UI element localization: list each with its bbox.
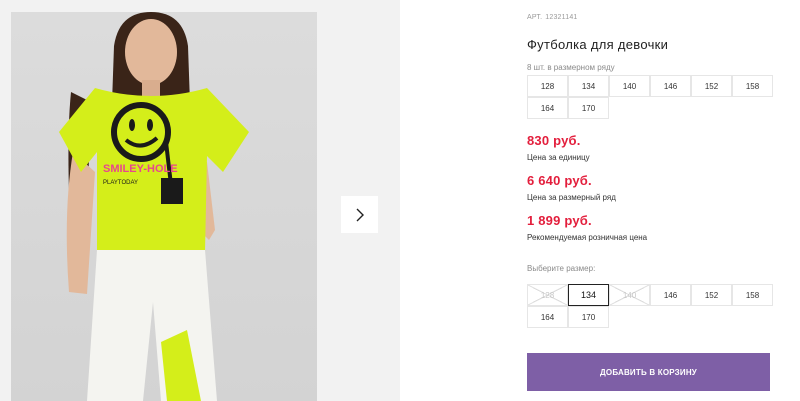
- pack-size-grid: 128 134 140 146 152 158 164 170: [527, 75, 773, 123]
- choose-size-label: Выберите размер:: [527, 264, 596, 273]
- unit-price: 830 руб.: [527, 133, 581, 148]
- pack-size-cell: 134: [568, 75, 609, 97]
- pack-size-cell: 164: [527, 97, 568, 119]
- product-photo-illustration: SMILEY-HOLE PLAYTODAY: [59, 12, 249, 401]
- pack-size-cell: 140: [609, 75, 650, 97]
- print-text: SMILEY-HOLE: [103, 163, 178, 175]
- article-number: АРТ. 12321141: [527, 14, 578, 21]
- pack-size-cell: 170: [568, 97, 609, 119]
- product-title: Футболка для девочки: [527, 37, 669, 52]
- size-option[interactable]: 170: [568, 306, 609, 328]
- retail-price: 1 899 руб.: [527, 213, 592, 228]
- pack-note: 8 шт. в размерном ряду: [527, 63, 615, 72]
- pack-size-cell: 158: [732, 75, 773, 97]
- size-option-disabled: 140: [609, 284, 650, 306]
- article-value: 12321141: [545, 14, 578, 21]
- add-to-cart-button[interactable]: ДОБАВИТЬ В КОРЗИНУ: [527, 353, 770, 391]
- size-option-selected[interactable]: 134: [568, 284, 609, 306]
- size-option-disabled: 128: [527, 284, 568, 306]
- next-image-button[interactable]: [341, 196, 378, 233]
- pack-price-label: Цена за размерный ряд: [527, 193, 616, 202]
- product-photo[interactable]: SMILEY-HOLE PLAYTODAY: [11, 12, 317, 401]
- pack-size-cell: 146: [650, 75, 691, 97]
- size-option[interactable]: 164: [527, 306, 568, 328]
- pack-size-cell: 152: [691, 75, 732, 97]
- pack-size-cell: 128: [527, 75, 568, 97]
- size-option[interactable]: 146: [650, 284, 691, 306]
- product-gallery: SMILEY-HOLE PLAYTODAY: [0, 0, 400, 401]
- retail-price-label: Рекомендуемая розничная цена: [527, 233, 648, 242]
- print-subtext: PLAYTODAY: [103, 180, 138, 186]
- article-label: АРТ.: [527, 14, 543, 21]
- size-option[interactable]: 152: [691, 284, 732, 306]
- pack-price: 6 640 руб.: [527, 173, 592, 188]
- size-picker: 128 134 140 146 152 158 164 170: [527, 284, 773, 332]
- chevron-right-icon: [356, 208, 364, 221]
- unit-price-label: Цена за единицу: [527, 153, 590, 162]
- size-option[interactable]: 158: [732, 284, 773, 306]
